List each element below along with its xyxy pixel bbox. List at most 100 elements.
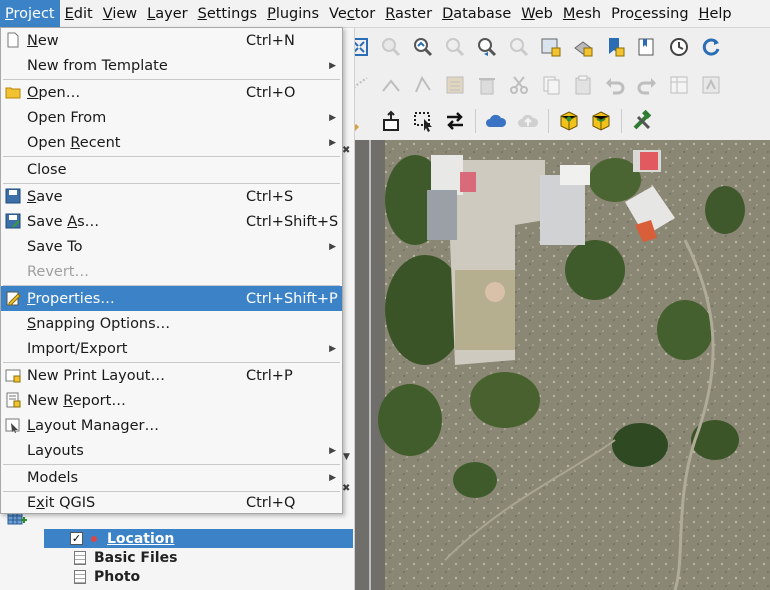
menu-item-revert: Revert… xyxy=(27,263,89,280)
refresh-icon[interactable] xyxy=(700,36,722,58)
menu-view[interactable]: View xyxy=(98,0,142,28)
report-icon xyxy=(6,392,21,408)
map-canvas[interactable] xyxy=(355,140,770,590)
zoom-next-icon[interactable] xyxy=(508,36,530,58)
toolbar-separator xyxy=(548,109,549,133)
layers-list: ✓ Location Basic Files Photo xyxy=(44,529,353,586)
toolbar-separator xyxy=(475,109,476,133)
submenu-arrow-icon: ▶ xyxy=(329,112,336,123)
menu-web[interactable]: Web xyxy=(516,0,558,28)
menu-item-new-report[interactable]: New Report… xyxy=(1,388,342,413)
menu-item-models[interactable]: Models ▶ xyxy=(1,465,342,490)
menu-bar: Project Edit View Layer Settings Plugins… xyxy=(0,0,770,28)
paste-features-icon[interactable] xyxy=(572,74,594,96)
attribute-table-edit-icon[interactable] xyxy=(668,74,690,96)
cloud-upload-icon[interactable] xyxy=(517,110,539,132)
vertex-tool-icon[interactable] xyxy=(380,74,402,96)
zoom-layer-icon[interactable] xyxy=(412,36,434,58)
menu-item-properties[interactable]: Properties… Ctrl+Shift+P xyxy=(1,286,342,311)
menu-item-open-recent[interactable]: Open Recent ▶ xyxy=(1,130,342,155)
temporal-controller-icon[interactable] xyxy=(668,36,690,58)
toolbar-separator xyxy=(621,109,622,133)
layer-row-photo[interactable]: Photo xyxy=(44,567,353,586)
close-icon[interactable]: ✖ xyxy=(342,484,352,494)
point-symbol-icon xyxy=(91,535,97,542)
new-file-icon xyxy=(7,32,19,48)
layer-name: Basic Files xyxy=(94,549,178,566)
layout-manager-icon xyxy=(5,418,20,433)
menu-item-open[interactable]: Open… Ctrl+O xyxy=(1,80,342,105)
menu-item-open-from[interactable]: Open From ▶ xyxy=(1,105,342,130)
layer-row-location[interactable]: ✓ Location xyxy=(44,529,353,548)
map-navigation-toolbar xyxy=(343,28,770,66)
folder-icon xyxy=(5,87,21,99)
menu-item-snapping-options[interactable]: Snapping Options… xyxy=(1,311,342,336)
redo-icon[interactable] xyxy=(636,74,658,96)
save-as-icon xyxy=(5,213,21,229)
export-image-icon[interactable] xyxy=(380,110,402,132)
synchronize-package-icon[interactable] xyxy=(590,110,612,132)
menu-mesh[interactable]: Mesh xyxy=(558,0,606,28)
menu-raster[interactable]: Raster xyxy=(380,0,437,28)
modify-attributes-icon[interactable] xyxy=(444,74,466,96)
cloud-icon[interactable] xyxy=(485,110,507,132)
undo-icon[interactable] xyxy=(604,74,626,96)
zoom-selection-icon[interactable] xyxy=(380,36,402,58)
menu-vector[interactable]: Vector xyxy=(324,0,380,28)
menu-item-new-from-template[interactable]: New from Template ▶ xyxy=(1,53,342,78)
project-menu-dropdown: New Ctrl+N New from Template ▶ Open… Ctr… xyxy=(0,27,343,514)
menu-item-layout-manager[interactable]: Layout Manager… xyxy=(1,413,342,438)
hammer-wrench-icon[interactable] xyxy=(631,110,653,132)
menu-layer[interactable]: Layer xyxy=(142,0,192,28)
digitizing-toolbar xyxy=(343,66,770,104)
submenu-arrow-icon: ▶ xyxy=(329,472,336,483)
delete-selected-icon[interactable] xyxy=(476,74,498,96)
menu-item-layouts[interactable]: Layouts ▶ xyxy=(1,438,342,463)
menu-item-save[interactable]: Save Ctrl+S xyxy=(1,184,342,209)
submenu-arrow-icon: ▶ xyxy=(329,343,336,354)
layer-name: Location xyxy=(107,530,175,547)
zoom-native-icon[interactable] xyxy=(444,36,466,58)
menu-project[interactable]: Project xyxy=(0,0,60,28)
new-3d-view-icon[interactable] xyxy=(572,36,594,58)
layer-name: Photo xyxy=(94,568,141,585)
copy-features-icon[interactable] xyxy=(540,74,562,96)
menu-item-new-print-layout[interactable]: New Print Layout… Ctrl+P xyxy=(1,363,342,388)
layer-row-basic-files[interactable]: Basic Files xyxy=(44,548,353,567)
properties-icon xyxy=(6,291,21,306)
menu-item-import-export[interactable]: Import/Export ▶ xyxy=(1,336,342,361)
save-icon xyxy=(5,188,21,204)
close-icon[interactable]: ✖ xyxy=(342,146,352,156)
menu-item-new[interactable]: New Ctrl+N xyxy=(1,28,342,53)
submenu-arrow-icon: ▶ xyxy=(329,445,336,456)
menu-item-exit-qgis[interactable]: Exit QGIS Ctrl+Q xyxy=(1,490,342,515)
plugins-toolbar xyxy=(343,102,770,140)
menu-item-close[interactable]: Close xyxy=(1,157,342,182)
submenu-arrow-icon: ▶ xyxy=(329,137,336,148)
menu-item-save-as[interactable]: Save As… Ctrl+Shift+S xyxy=(1,209,342,234)
menu-settings[interactable]: Settings xyxy=(193,0,263,28)
submenu-arrow-icon: ▶ xyxy=(329,241,336,252)
menu-database[interactable]: Database xyxy=(437,0,516,28)
menu-help[interactable]: Help xyxy=(694,0,737,28)
zoom-last-icon[interactable] xyxy=(476,36,498,58)
package-icon[interactable] xyxy=(558,110,580,132)
digitize-with-segment-icon[interactable] xyxy=(412,74,434,96)
scroll-down-arrow-icon[interactable]: ▼ xyxy=(343,452,350,462)
layer-visibility-checkbox[interactable]: ✓ xyxy=(70,532,83,545)
menu-item-save-to[interactable]: Save To ▶ xyxy=(1,234,342,259)
menu-plugins[interactable]: Plugins xyxy=(262,0,324,28)
show-bookmarks-icon[interactable] xyxy=(636,36,658,58)
submenu-arrow-icon: ▶ xyxy=(329,60,336,71)
label-tool-icon[interactable] xyxy=(700,74,722,96)
table-icon xyxy=(74,550,86,565)
menu-processing[interactable]: Processing xyxy=(606,0,693,28)
cut-features-icon[interactable] xyxy=(508,74,530,96)
table-icon xyxy=(74,569,86,584)
menu-edit[interactable]: Edit xyxy=(60,0,98,28)
new-bookmark-icon[interactable] xyxy=(604,36,626,58)
select-features-icon[interactable] xyxy=(412,110,434,132)
new-map-view-icon[interactable] xyxy=(540,36,562,58)
print-layout-icon xyxy=(5,369,21,383)
swap-icon[interactable] xyxy=(444,110,466,132)
